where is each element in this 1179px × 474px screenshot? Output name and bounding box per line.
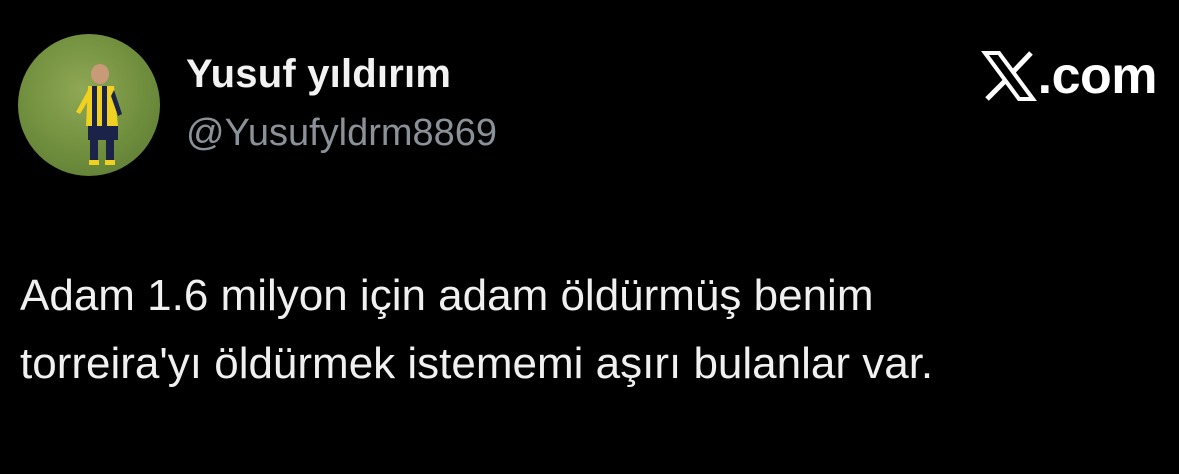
brand-watermark: .com — [980, 47, 1158, 105]
display-name[interactable]: Yusuf yıldırım — [186, 52, 451, 97]
tweet-card: Yusuf yıldırım @Yusufyldrm8869 .com Adam… — [0, 0, 1179, 474]
x-logo-icon — [980, 51, 1037, 101]
tweet-text-line: torreira'yı öldürmek istememi aşırı bula… — [20, 339, 934, 388]
avatar-photo — [76, 64, 122, 165]
avatar[interactable] — [18, 34, 160, 176]
tweet-text: Adam 1.6 milyon için adam öldürmüş benim… — [20, 262, 1170, 398]
user-handle[interactable]: @Yusufyldrm8869 — [186, 112, 497, 155]
tweet-text-line: Adam 1.6 milyon için adam öldürmüş benim — [20, 271, 874, 320]
brand-domain: .com — [1037, 47, 1158, 105]
